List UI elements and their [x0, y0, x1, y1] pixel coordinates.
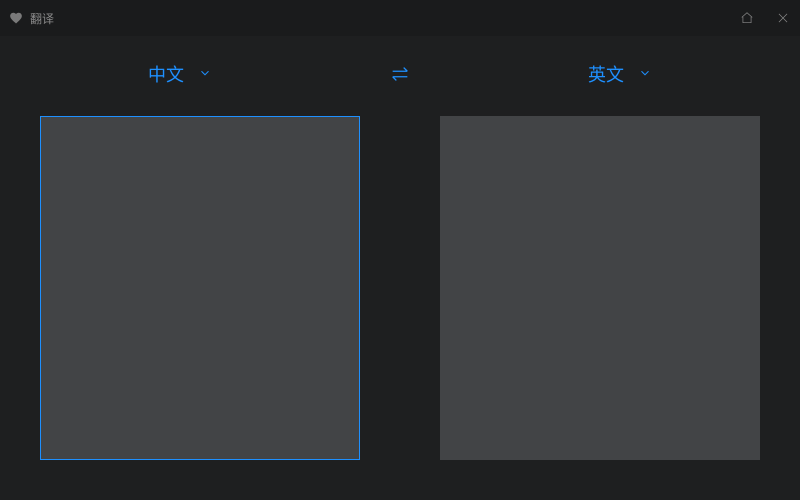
- app-logo-icon: [8, 10, 24, 26]
- target-language-group: 英文: [440, 61, 800, 87]
- titlebar-left: 翻译: [8, 10, 738, 27]
- source-text-panel[interactable]: [40, 116, 360, 460]
- source-language-label: 中文: [148, 61, 184, 87]
- target-text-panel: [440, 116, 760, 460]
- source-language-group: 中文: [0, 61, 360, 87]
- chevron-down-icon: [198, 64, 212, 85]
- titlebar-right: [738, 9, 792, 27]
- translation-panels: [0, 102, 800, 460]
- source-language-select[interactable]: 中文: [148, 61, 212, 87]
- app-title: 翻译: [30, 10, 54, 27]
- swap-languages-button[interactable]: [389, 65, 411, 83]
- home-button[interactable]: [738, 9, 756, 27]
- titlebar: 翻译: [0, 0, 800, 36]
- target-language-select[interactable]: 英文: [588, 61, 652, 87]
- target-language-label: 英文: [588, 61, 624, 87]
- language-selector-row: 中文 英文: [0, 46, 800, 102]
- swap-column: [360, 65, 440, 83]
- chevron-down-icon: [638, 64, 652, 85]
- close-button[interactable]: [774, 9, 792, 27]
